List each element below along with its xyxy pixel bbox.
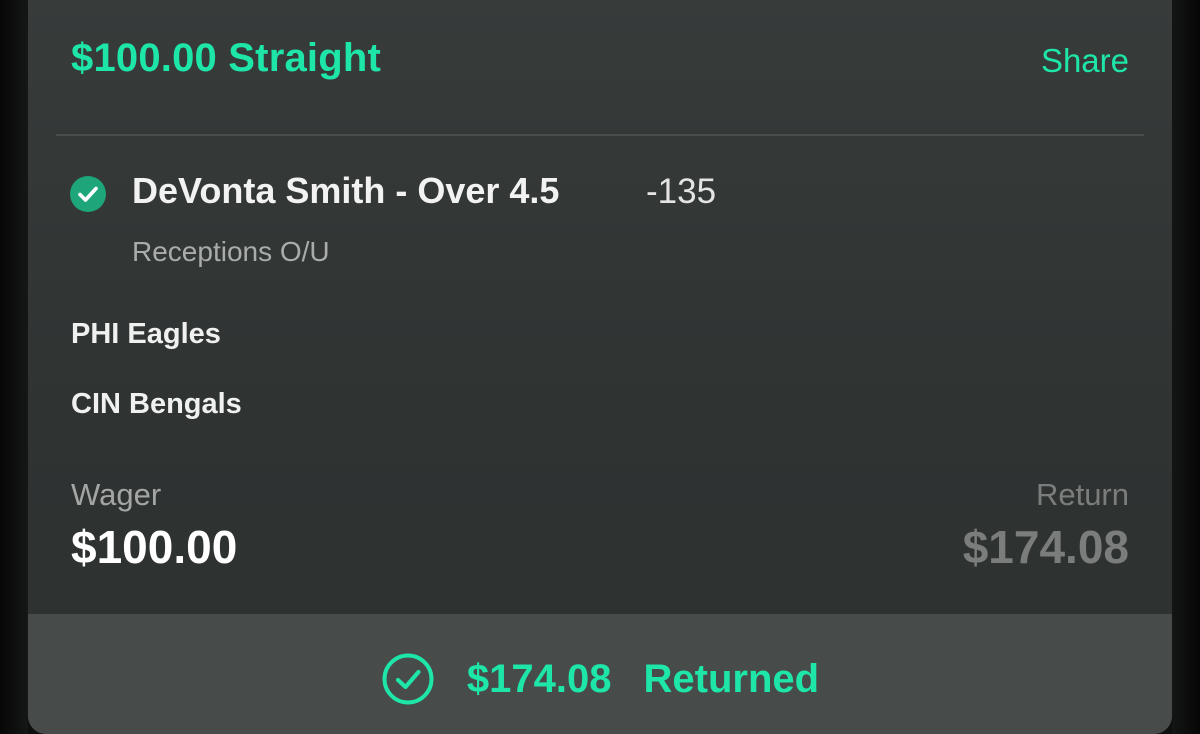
selection-name: DeVonta Smith - Over 4.5 [132,170,560,211]
wager-label: Wager [71,477,162,512]
check-circle-outline-icon [382,653,434,705]
return-amount: $174.08 [962,521,1129,573]
market-label: Receptions O/U [132,236,330,267]
team-home: CIN Bengals [71,388,242,420]
team-away: PHI Eagles [71,318,221,350]
right-edge-shadow [1172,0,1200,734]
left-edge-shadow [0,0,28,734]
settlement-row: $174.08 Returned [28,652,1172,706]
share-button[interactable]: Share [1041,42,1129,80]
selection-odds: -135 [646,172,717,211]
check-circle-icon [70,176,106,212]
return-label: Return [1035,477,1129,512]
header-divider [56,134,1144,136]
returned-amount: $174.08 [466,656,612,701]
settlement-status: Returned [643,656,820,701]
bet-title: $100.00 Straight [71,36,382,80]
wager-amount: $100.00 [71,521,238,573]
settlement-footer: $174.08 Returned [28,614,1172,734]
bet-card: $100.00 Straight Share DeVonta Smith - O… [28,0,1172,734]
